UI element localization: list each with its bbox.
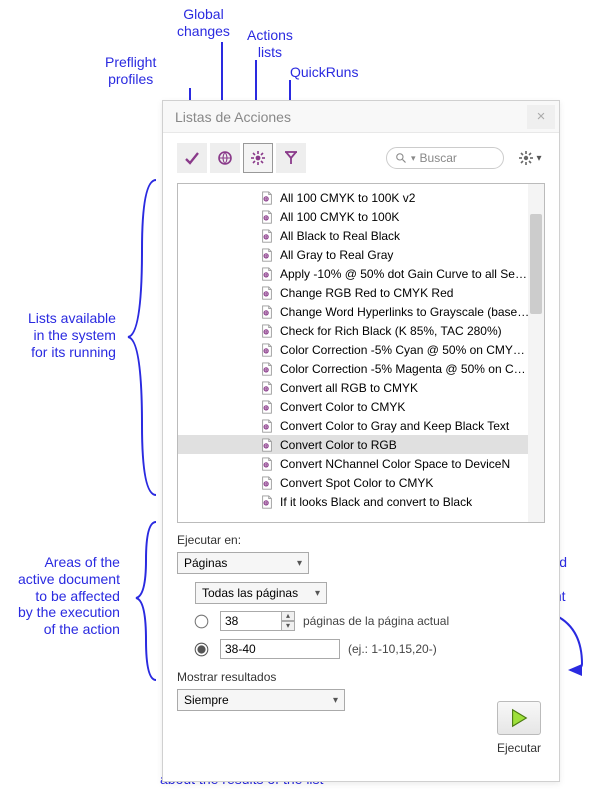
chevron-down-icon: ▾ bbox=[536, 153, 541, 164]
list-item[interactable]: All 100 CMYK to 100K v2 bbox=[178, 188, 544, 207]
list-item-label: Convert NChannel Color Space to DeviceN bbox=[280, 457, 544, 471]
titlebar: Listas de Acciones × bbox=[163, 101, 559, 133]
list-item-label: Convert Color to Gray and Keep Black Tex… bbox=[280, 419, 544, 433]
action-list-icon bbox=[258, 248, 276, 262]
list-item-label: Convert Color to RGB bbox=[280, 438, 544, 452]
list-item-label: Convert all RGB to CMYK bbox=[280, 381, 544, 395]
execute-on-section: Ejecutar en: Páginas▾ Todas las páginas▾… bbox=[163, 523, 559, 664]
options-menu-button[interactable]: ▾ bbox=[515, 143, 545, 173]
list-item[interactable]: Color Correction -5% Cyan @ 50% on CMY… bbox=[178, 340, 544, 359]
scrollbar-thumb[interactable] bbox=[530, 214, 542, 314]
list-item[interactable]: Convert Color to Gray and Keep Black Tex… bbox=[178, 416, 544, 435]
list-item-label: All 100 CMYK to 100K bbox=[280, 210, 544, 224]
action-list-icon bbox=[258, 495, 276, 509]
relative-pages-radio[interactable] bbox=[195, 614, 209, 628]
ann-lists-available: Lists available in the system for its ru… bbox=[28, 310, 116, 360]
relative-pages-input[interactable] bbox=[220, 611, 282, 631]
stepper[interactable]: ▴▾ bbox=[281, 611, 295, 631]
execute-on-heading: Ejecutar en: bbox=[177, 533, 545, 547]
list-item[interactable]: Change RGB Red to CMYK Red bbox=[178, 283, 544, 302]
list-item[interactable]: All Gray to Real Gray bbox=[178, 245, 544, 264]
action-list-icon bbox=[258, 400, 276, 414]
preflight-profiles-button[interactable] bbox=[177, 143, 207, 173]
show-results-select[interactable]: Siempre▾ bbox=[177, 689, 345, 711]
page-range-hint: (ej.: 1-10,15,20-) bbox=[348, 642, 437, 656]
action-list-icon bbox=[258, 476, 276, 490]
ann-preflight: Preflight profiles bbox=[105, 54, 156, 88]
action-list-icon bbox=[258, 381, 276, 395]
action-list-icon bbox=[258, 191, 276, 205]
list-item-label: All Gray to Real Gray bbox=[280, 248, 544, 262]
action-list-icon bbox=[258, 210, 276, 224]
run-button[interactable] bbox=[497, 701, 541, 735]
close-button[interactable]: × bbox=[527, 105, 555, 129]
list-item-label: Apply -10% @ 50% dot Gain Curve to all S… bbox=[280, 267, 544, 281]
list-item[interactable]: If it looks Black and convert to Black bbox=[178, 492, 544, 511]
list-item-label: If it looks Black and convert to Black bbox=[280, 495, 544, 509]
action-list-icon bbox=[258, 286, 276, 300]
list-item-label: Change Word Hyperlinks to Grayscale (bas… bbox=[280, 305, 544, 319]
action-list-icon bbox=[258, 267, 276, 281]
list-item-label: All 100 CMYK to 100K v2 bbox=[280, 191, 544, 205]
search-icon bbox=[395, 152, 407, 164]
action-list-icon bbox=[258, 343, 276, 357]
ann-areas: Areas of the active document to be affec… bbox=[18, 554, 120, 638]
show-results-value: Siempre bbox=[184, 693, 229, 707]
pages-select-value: Todas las páginas bbox=[202, 586, 298, 600]
actions-lists-button[interactable] bbox=[243, 143, 273, 173]
list-item-label: Change RGB Red to CMYK Red bbox=[280, 286, 544, 300]
action-list-icon bbox=[258, 229, 276, 243]
search-placeholder: Buscar bbox=[420, 151, 457, 165]
run-button-caption: Ejecutar bbox=[493, 741, 545, 755]
list-item[interactable]: Change Word Hyperlinks to Grayscale (bas… bbox=[178, 302, 544, 321]
action-list-icon bbox=[258, 438, 276, 452]
show-results-heading: Mostrar resultados bbox=[177, 670, 545, 684]
list-item-label: All Black to Real Black bbox=[280, 229, 544, 243]
search-caret-icon: ▾ bbox=[411, 153, 416, 164]
scope-select[interactable]: Páginas▾ bbox=[177, 552, 309, 574]
quickruns-button[interactable] bbox=[276, 143, 306, 173]
pages-select[interactable]: Todas las páginas▾ bbox=[195, 582, 327, 604]
actions-list-dialog: Listas de Acciones × ▾ bbox=[162, 100, 560, 782]
list-item-label: Color Correction -5% Cyan @ 50% on CMY… bbox=[280, 343, 544, 357]
list-item[interactable]: Apply -10% @ 50% dot Gain Curve to all S… bbox=[178, 264, 544, 283]
actions-listbox: All 100 CMYK to 100K v2 All 100 CMYK to 1… bbox=[177, 183, 545, 523]
list-item-label: Color Correction -5% Magenta @ 50% on C… bbox=[280, 362, 544, 376]
relative-pages-suffix: páginas de la página actual bbox=[303, 614, 449, 628]
list-item[interactable]: All Black to Real Black bbox=[178, 226, 544, 245]
ann-global: Global changes bbox=[177, 6, 230, 40]
action-list-icon bbox=[258, 362, 276, 376]
global-changes-button[interactable] bbox=[210, 143, 240, 173]
list-item[interactable]: Convert Color to CMYK bbox=[178, 397, 544, 416]
list-item[interactable]: Convert Color to RGB bbox=[178, 435, 544, 454]
scrollbar[interactable] bbox=[528, 184, 544, 522]
toolbar: ▾ Buscar ▾ bbox=[163, 133, 559, 183]
window-title: Listas de Acciones bbox=[175, 109, 291, 125]
action-list-icon bbox=[258, 457, 276, 471]
action-list-icon bbox=[258, 305, 276, 319]
page-range-input[interactable] bbox=[220, 639, 340, 659]
scope-select-value: Páginas bbox=[184, 556, 227, 570]
list-item[interactable]: Convert NChannel Color Space to DeviceN bbox=[178, 454, 544, 473]
play-icon bbox=[508, 707, 530, 729]
list-item-label: Check for Rich Black (K 85%, TAC 280%) bbox=[280, 324, 544, 338]
ann-quickruns: QuickRuns bbox=[290, 64, 358, 81]
list-item[interactable]: Convert Spot Color to CMYK bbox=[178, 473, 544, 492]
list-item-label: Convert Spot Color to CMYK bbox=[280, 476, 544, 490]
action-list-icon bbox=[258, 324, 276, 338]
list-item[interactable]: Convert all RGB to CMYK bbox=[178, 378, 544, 397]
list-item[interactable]: Color Correction -5% Magenta @ 50% on C… bbox=[178, 359, 544, 378]
list-item-label: Convert Color to CMYK bbox=[280, 400, 544, 414]
search-input[interactable]: ▾ Buscar bbox=[386, 147, 504, 169]
ann-actions: Actions lists bbox=[247, 27, 293, 61]
list-item[interactable]: All 100 CMYK to 100K bbox=[178, 207, 544, 226]
page-range-radio[interactable] bbox=[195, 642, 209, 656]
action-list-icon bbox=[258, 419, 276, 433]
list-item[interactable]: Check for Rich Black (K 85%, TAC 280%) bbox=[178, 321, 544, 340]
gear-icon bbox=[518, 150, 534, 166]
